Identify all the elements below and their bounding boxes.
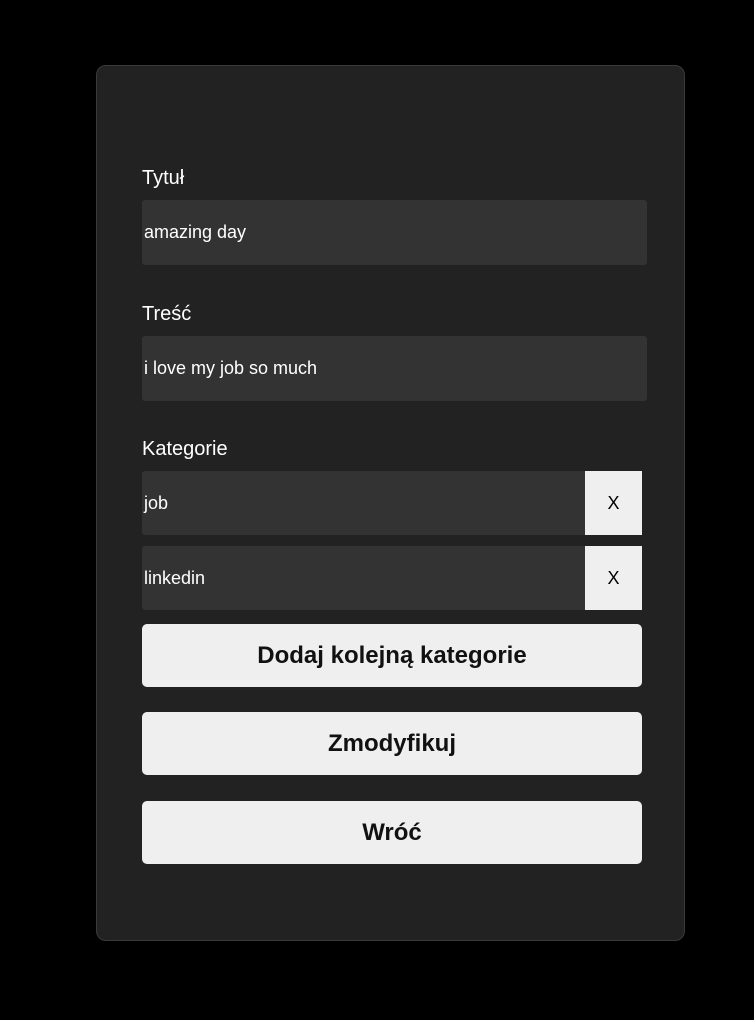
content-input[interactable]: i love my job so much bbox=[142, 336, 647, 401]
category-row: linkedin X bbox=[142, 546, 642, 610]
title-label: Tytuł bbox=[142, 167, 185, 189]
categories-label: Kategorie bbox=[142, 438, 228, 460]
category-input[interactable]: job bbox=[142, 471, 585, 535]
content-label: Treść bbox=[142, 303, 192, 325]
modify-button[interactable]: Zmodyfikuj bbox=[142, 712, 642, 775]
remove-category-button[interactable]: X bbox=[585, 471, 642, 535]
back-button[interactable]: Wróć bbox=[142, 801, 642, 864]
title-input[interactable]: amazing day bbox=[142, 200, 647, 265]
category-input[interactable]: linkedin bbox=[142, 546, 585, 610]
edit-post-card: Tytuł amazing day Treść i love my job so… bbox=[96, 65, 685, 941]
remove-category-button[interactable]: X bbox=[585, 546, 642, 610]
category-row: job X bbox=[142, 471, 642, 535]
add-category-button[interactable]: Dodaj kolejną kategorie bbox=[142, 624, 642, 687]
